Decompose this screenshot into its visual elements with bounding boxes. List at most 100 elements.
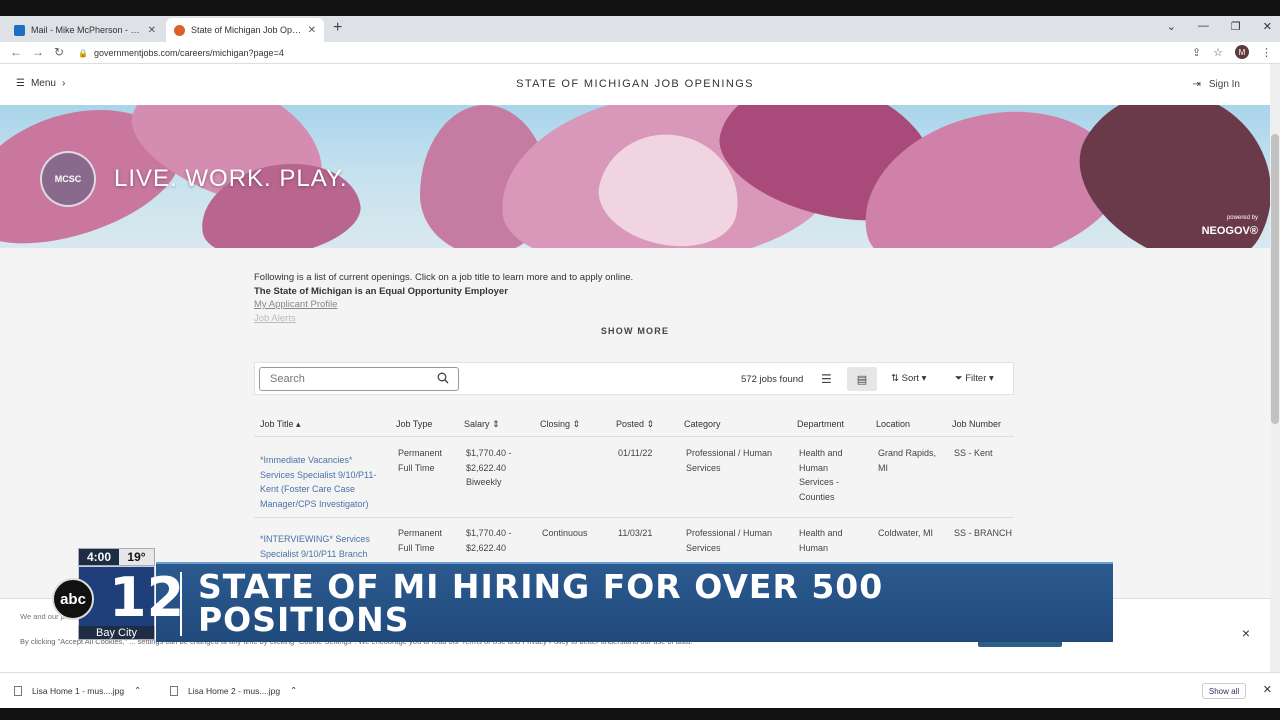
job-number: SS - Kent — [954, 448, 993, 458]
filter-icon: ⏷ — [955, 373, 966, 384]
tab-michigan-jobs[interactable]: State of Michigan Job Openings ✕ — [166, 18, 324, 42]
close-icon[interactable]: × — [1242, 625, 1250, 641]
time-display: 4:00 — [86, 550, 112, 564]
category: Professional / Human Services — [686, 528, 773, 553]
intro-text: Following is a list of current openings.… — [254, 272, 634, 283]
download-item[interactable]: Lisa Home 2 - mus....jpg ⌃ — [170, 685, 297, 696]
search-icon[interactable] — [437, 372, 449, 384]
close-tab-icon[interactable]: ✕ — [308, 25, 316, 36]
forward-icon[interactable]: → — [32, 45, 44, 59]
more-options-icon[interactable]: ⋮ — [1261, 46, 1272, 59]
jobs-table: Job Title ▴ Job Type Salary ⇕ Closing ⇕ … — [254, 413, 1014, 578]
col-job-title[interactable]: Job Title ▴ — [260, 419, 301, 430]
tab-label: Mail - Mike McPherson - Outlook — [31, 25, 142, 35]
lock-icon: 🔒 — [78, 48, 88, 58]
scrollbar-thumb[interactable] — [1271, 134, 1279, 424]
search-input[interactable] — [259, 367, 459, 391]
url-text: governmentjobs.com/careers/michigan?page… — [93, 48, 284, 58]
filter-label: Filter ▾ — [965, 373, 994, 384]
tab-label: State of Michigan Job Openings — [191, 25, 302, 35]
temperature-display: 19° — [119, 549, 154, 565]
file-icon — [170, 685, 178, 696]
new-tab-button[interactable]: + — [333, 19, 342, 37]
share-icon[interactable]: ⇪ — [1192, 46, 1201, 59]
col-posted[interactable]: Posted ⇕ — [616, 419, 654, 430]
col-category: Category — [684, 419, 721, 429]
salary: $1,770.40 - $2,622.40 Biweekly — [466, 448, 512, 487]
list-view-icon[interactable]: ☰ — [821, 372, 832, 386]
close-icon[interactable]: ✕ — [1263, 683, 1272, 696]
table-header: Job Title ▴ Job Type Salary ⇕ Closing ⇕ … — [254, 413, 1014, 437]
sort-button[interactable]: ⇅ Sort ▾ — [891, 373, 926, 384]
reload-icon[interactable]: ↻ — [54, 45, 64, 59]
department: Health and Human Services - Counties — [799, 448, 843, 502]
channel-number: 12 — [109, 566, 185, 629]
location: Coldwater, MI — [878, 528, 934, 538]
sort-icon: ⇅ — [891, 373, 902, 384]
back-icon[interactable]: ← — [10, 45, 22, 59]
powered-by-label: powered by — [1226, 215, 1258, 221]
site-title: STATE OF MICHIGAN JOB OPENINGS — [516, 78, 754, 90]
filter-button[interactable]: ⏷ Filter ▾ — [955, 373, 994, 384]
salary: $1,770.40 - $2,622.40 — [466, 528, 512, 553]
job-number: SS - BRANCH — [954, 528, 1013, 538]
chevron-up-icon[interactable]: ⌃ — [290, 685, 297, 696]
job-type: Permanent Full Time — [398, 528, 443, 553]
download-item[interactable]: Lisa Home 1 - mus....jpg ⌃ — [14, 685, 141, 696]
col-location: Location — [876, 419, 911, 429]
col-department: Department — [797, 419, 845, 429]
download-filename: Lisa Home 1 - mus....jpg — [32, 685, 125, 696]
tab-search-icon[interactable]: ⌄ — [1167, 20, 1176, 33]
col-closing[interactable]: Closing ⇕ — [540, 419, 580, 430]
job-alerts-link[interactable]: Job Alerts — [254, 312, 1014, 326]
sign-in-label: Sign In — [1208, 79, 1240, 90]
job-title-link[interactable]: *INTERVIEWING* Services Specialist 9/10/… — [260, 532, 384, 561]
time-temp-box: 4:00 19° — [78, 548, 155, 566]
col-salary[interactable]: Salary ⇕ — [464, 419, 500, 430]
department: Health and Human — [799, 528, 843, 553]
browser-tab-bar: Mail - Mike McPherson - Outlook ✕ State … — [0, 16, 1280, 42]
station-city: Bay City — [78, 626, 155, 640]
card-view-icon[interactable]: ▤ — [847, 367, 877, 391]
applicant-profile-link[interactable]: My Applicant Profile — [254, 298, 1014, 312]
intro-section: Following is a list of current openings.… — [254, 271, 1014, 325]
sign-in-button[interactable]: ⇥ Sign In — [1192, 79, 1240, 90]
bookmark-star-icon[interactable]: ☆ — [1213, 46, 1223, 59]
location: Grand Rapids, MI — [878, 448, 937, 473]
table-row[interactable]: *Immediate Vacancies* Services Specialis… — [254, 437, 1014, 518]
job-type: Permanent Full Time — [398, 448, 443, 473]
close-tab-icon[interactable]: ✕ — [148, 25, 156, 36]
page-scrollbar[interactable] — [1270, 64, 1280, 672]
close-window-icon[interactable]: ✕ — [1263, 20, 1272, 33]
posted: 01/11/22 — [618, 448, 653, 458]
restore-icon[interactable]: ❐ — [1231, 20, 1241, 33]
site-header: ☰ Menu › STATE OF MICHIGAN JOB OPENINGS … — [0, 64, 1270, 105]
address-bar-row: ← → ↻ 🔒 governmentjobs.com/careers/michi… — [0, 42, 1280, 64]
tab-outlook-mail[interactable]: Mail - Mike McPherson - Outlook ✕ — [6, 18, 164, 42]
neogov-logo[interactable]: powered by NEOGOV® — [1202, 215, 1258, 239]
url-field[interactable]: 🔒 governmentjobs.com/careers/michigan?pa… — [78, 45, 1198, 61]
downloads-bar: Lisa Home 1 - mus....jpg ⌃ Lisa Home 2 -… — [0, 672, 1280, 708]
category: Professional / Human Services — [686, 448, 773, 473]
neogov-favicon-icon — [174, 24, 185, 36]
chevron-up-icon[interactable]: ⌃ — [134, 685, 141, 696]
jobs-found-count: 572 jobs found — [741, 374, 804, 385]
outlook-icon — [14, 24, 25, 36]
address-bar-actions: ⇪ ☆ M ⋮ — [1192, 45, 1272, 59]
closing: Continuous — [542, 528, 588, 538]
eeo-statement: The State of Michigan is an Equal Opport… — [254, 285, 508, 297]
sort-label: Sort ▾ — [901, 373, 927, 384]
sign-in-icon: ⇥ — [1192, 79, 1201, 90]
job-title-link[interactable]: *Immediate Vacancies* Services Specialis… — [260, 453, 384, 511]
minimize-icon[interactable]: — — [1198, 20, 1209, 33]
window-controls: ⌄ — ❐ ✕ — [1167, 20, 1272, 33]
banner-tagline: LIVE. WORK. PLAY. — [114, 165, 348, 192]
news-lower-third: STATE OF MI HIRING FOR OVER 500 POSITION… — [156, 562, 1113, 642]
show-more-button[interactable]: SHOW MORE — [0, 326, 1270, 336]
jobs-toolbar: 572 jobs found ☰ ▤ ⇅ Sort ▾ ⏷ Filter ▾ — [254, 362, 1014, 395]
col-job-type: Job Type — [396, 419, 433, 429]
col-job-number: Job Number — [952, 419, 1002, 429]
posted: 11/03/21 — [618, 528, 653, 538]
show-all-downloads-button[interactable]: Show all — [1202, 683, 1246, 699]
profile-avatar[interactable]: M — [1235, 45, 1249, 59]
